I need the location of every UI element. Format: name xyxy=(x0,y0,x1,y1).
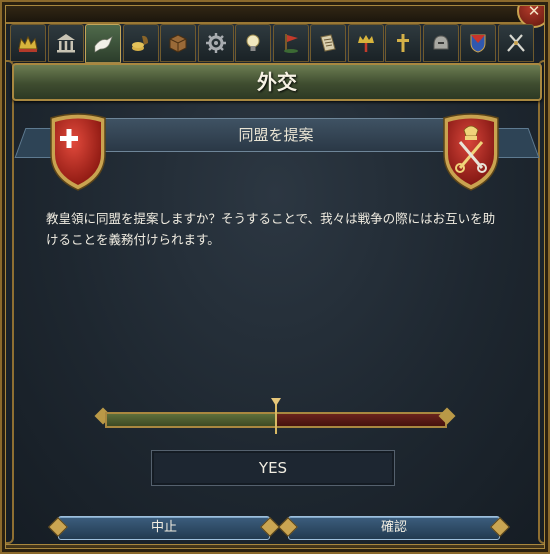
temple-icon xyxy=(56,34,75,53)
acceptance-negative-fill xyxy=(276,414,445,426)
cross-icon xyxy=(397,34,409,52)
cancel-label: 中止 xyxy=(150,520,177,535)
swords-icon xyxy=(506,34,525,52)
button-ornament-icon xyxy=(278,517,298,537)
offer-header: 同盟を提案 xyxy=(98,118,454,152)
button-ornament-icon xyxy=(48,517,68,537)
acceptance-bar xyxy=(94,398,457,434)
confirm-button[interactable]: 確認 xyxy=(278,516,510,540)
lightbulb-icon xyxy=(246,34,260,51)
right-frame-rail xyxy=(538,60,550,544)
confirm-label: 確認 xyxy=(380,520,407,535)
title-bar: 外交 xyxy=(12,63,542,101)
red-shield-white-cross-icon[interactable] xyxy=(47,110,109,192)
bottom-border xyxy=(0,544,550,554)
acceptance-result: YES xyxy=(258,459,288,477)
tab-ideas[interactable] xyxy=(235,24,271,62)
tab-trade[interactable] xyxy=(160,24,196,62)
acceptance-result-box: YES xyxy=(151,450,395,486)
tab-religion[interactable] xyxy=(385,24,421,62)
tab-stability[interactable] xyxy=(347,24,384,62)
tab-government[interactable] xyxy=(47,24,84,62)
tab-economy[interactable] xyxy=(122,24,159,62)
acceptance-marker-arrow-icon xyxy=(271,398,281,406)
crown-sceptre-icon xyxy=(357,35,374,52)
coins-icon xyxy=(131,35,148,51)
left-frame-rail xyxy=(0,60,14,544)
tab-estates[interactable] xyxy=(497,24,534,62)
dove-icon xyxy=(94,35,113,53)
tab-military[interactable] xyxy=(422,24,459,62)
offer-description: 教皇領に同盟を提案しますか？そうすることで、我々は戦争の際にはお互いを助けること… xyxy=(46,211,496,247)
tab-bar xyxy=(10,24,542,63)
page-title: 外交 xyxy=(257,70,297,94)
papal-keys-shield-icon[interactable] xyxy=(440,110,502,192)
offer-title: 同盟を提案 xyxy=(238,126,314,144)
button-ornament-icon xyxy=(260,517,280,537)
tab-diplomacy[interactable] xyxy=(85,24,121,63)
tab-missions[interactable] xyxy=(272,24,309,62)
top-border xyxy=(0,0,550,24)
tab-production[interactable] xyxy=(197,24,234,62)
flag-icon xyxy=(283,34,298,53)
crate-icon xyxy=(169,34,187,53)
button-ornament-icon xyxy=(490,517,510,537)
scroll-icon xyxy=(320,34,336,52)
tab-court[interactable] xyxy=(10,24,46,62)
crown-icon xyxy=(18,35,38,52)
cancel-button[interactable]: 中止 xyxy=(48,516,280,540)
gear-icon xyxy=(205,33,226,53)
shield-crest-icon xyxy=(470,34,486,53)
diplomacy-window: ✕ 外交 同盟を提案 教皇領に同盟を提案しますか？そうすることで、我々は戦争の際… xyxy=(0,0,550,554)
tab-subjects[interactable] xyxy=(460,24,496,62)
acceptance-positive-fill xyxy=(107,414,276,426)
helmet-icon xyxy=(433,35,448,50)
tab-decisions[interactable] xyxy=(310,24,346,62)
